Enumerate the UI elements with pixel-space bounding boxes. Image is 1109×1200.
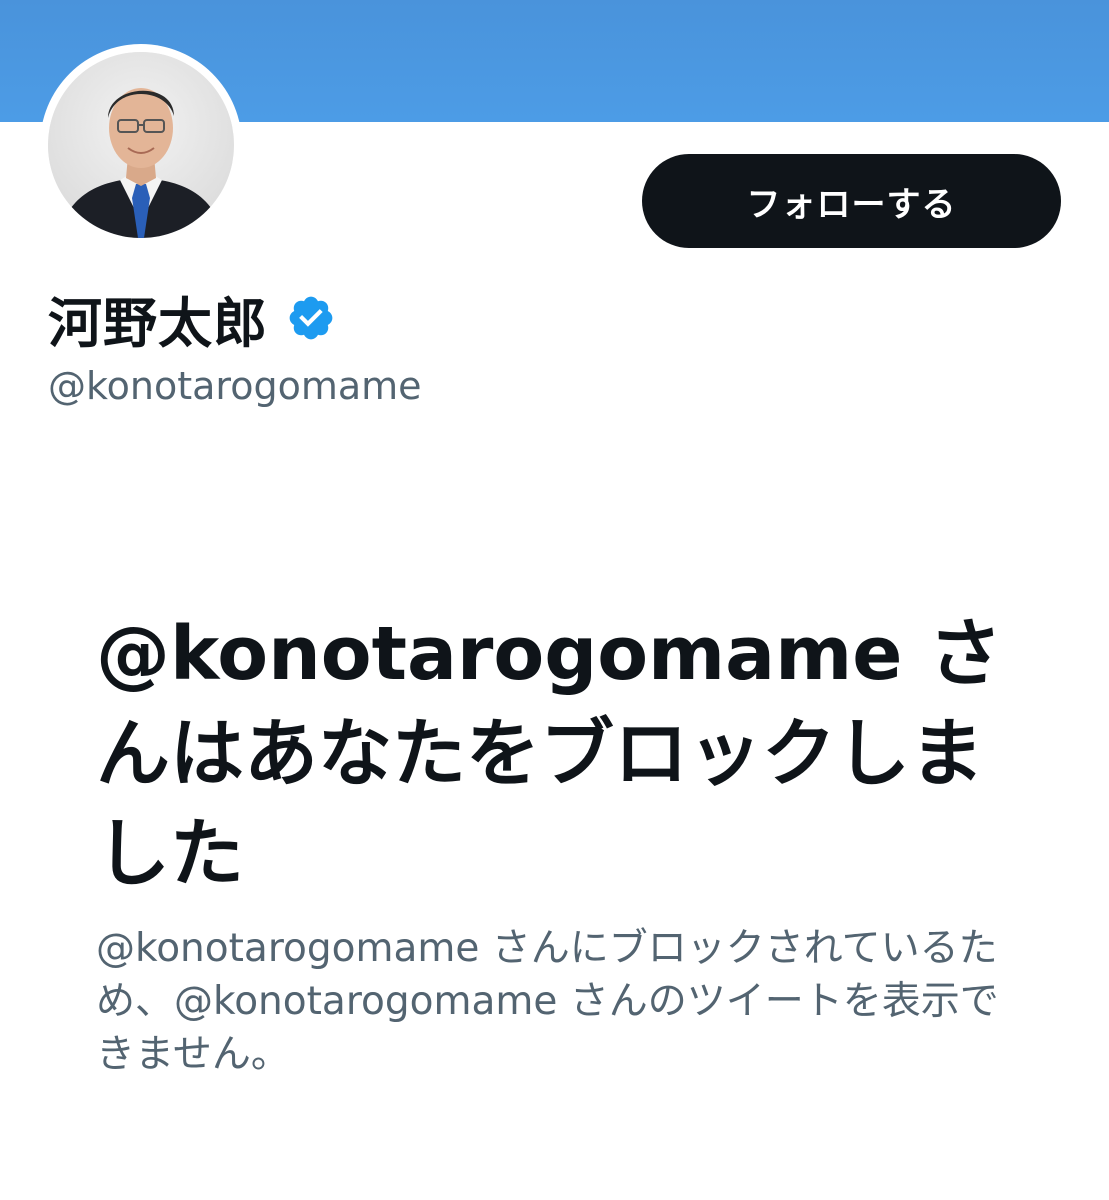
avatar-border <box>40 44 242 246</box>
profile-handle: @konotarogomame <box>48 364 422 408</box>
avatar[interactable] <box>48 52 234 238</box>
display-name: 河野太郎 <box>48 291 268 355</box>
follow-button[interactable]: フォローする <box>642 154 1061 248</box>
blocked-description: @konotarogomame さんにブロックされているため、@konotaro… <box>96 926 999 1077</box>
blocked-title: @konotarogomame さんはあなたをブロックしました <box>96 611 1003 897</box>
profile-page: フォローする 河野太郎 @konotarogomame @konotarogom… <box>0 0 1109 1200</box>
verified-badge-icon <box>286 293 336 343</box>
name-row: 河野太郎 <box>48 280 336 356</box>
avatar-photo <box>48 52 234 238</box>
